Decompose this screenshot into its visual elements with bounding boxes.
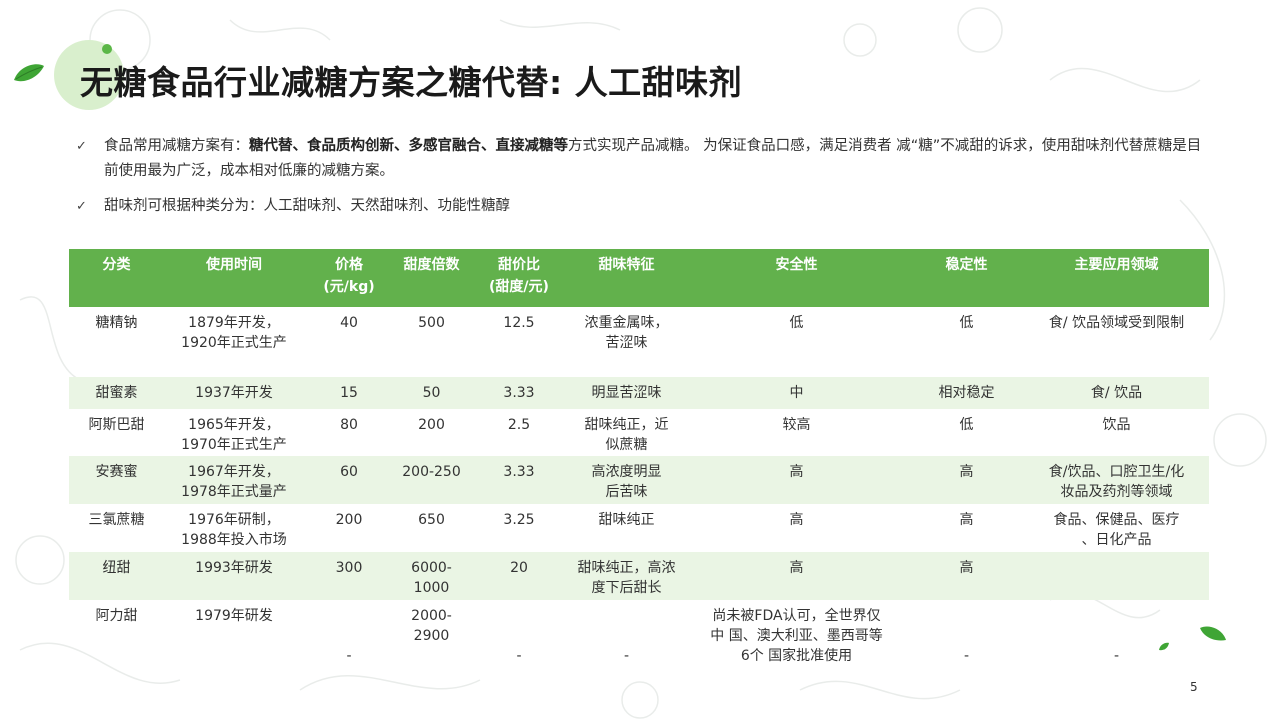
cell-price: 60: [304, 456, 394, 504]
cell-taste: 高浓度明显 后苦味: [569, 456, 684, 504]
header-application: 主要应用领域: [1024, 249, 1209, 307]
cell-time: 1879年开发， 1920年正式生产: [181, 315, 287, 351]
cell-ratio: 2.5: [507, 417, 531, 433]
table-row: 纽甜 1993年研发 300 6000- 1000 20 甜味纯正，高浓 度下后甜长高高: [69, 552, 1209, 600]
cell-ratio: 3.33: [469, 456, 569, 504]
cell-stability: 高: [959, 512, 974, 528]
cell-safety: 高: [684, 552, 909, 600]
cell-price: 300: [304, 552, 394, 600]
cell-stability: -: [963, 648, 970, 664]
cell-sweetness: 50: [394, 377, 469, 409]
cell-safety: 高: [684, 456, 909, 504]
cell-application: 食品、保健品、医疗 、日化产品: [1053, 512, 1180, 548]
cell-category: 甜蜜素: [69, 377, 164, 409]
cell-category: 糖精钠: [95, 315, 138, 331]
table-header-row: 分类 使用时间 价格 (元/kg) 甜度倍数 甜价比 (甜度/元) 甜味特征 安全性…: [69, 249, 1209, 307]
table-row: 阿力甜 1979年研发 - 2000- 2900 - - 尚未被FDA认可，全世界仅中 国、澳…: [69, 600, 1209, 666]
cell-ratio: 20: [469, 552, 569, 600]
cell-time: 1937年开发: [164, 377, 304, 409]
cell-time: 1993年研发: [164, 552, 304, 600]
cell-category: 阿斯巴甜: [88, 417, 145, 433]
cell-price: 200: [335, 512, 363, 528]
cell-time: 1965年开发， 1970年正式生产: [181, 417, 287, 453]
cell-safety: 中: [684, 377, 909, 409]
header-safety: 安全性: [684, 249, 909, 307]
cell-category: 纽甜: [69, 552, 164, 600]
cell-stability: 低: [959, 315, 974, 331]
cell-sweetness: 6000- 1000: [394, 552, 469, 600]
bullet-text: 食品常用减糖方案有：糖代替、食品质构创新、多感官融合、直接减糖等方式实现产品减糖…: [104, 134, 1206, 184]
cell-price: 40: [340, 315, 358, 331]
check-mark-icon: ✓: [76, 139, 87, 154]
cell-ratio: 3.33: [469, 377, 569, 409]
table-row: 甜蜜素 1937年开发 15 50 3.33 明显苦涩味中相对稳定 食/ 饮品: [69, 377, 1209, 409]
cell-safety: 高: [789, 512, 804, 528]
cell-ratio: 12.5: [503, 315, 535, 331]
cell-taste: 甜味纯正，高浓 度下后甜长: [569, 552, 684, 600]
bullet-text-bold: 糖代替、食品质构创新、多感官融合、直接减糖等: [249, 138, 568, 154]
check-mark-icon: ✓: [76, 199, 87, 214]
cell-taste: -: [623, 648, 630, 664]
page-number: 5: [1190, 680, 1198, 694]
bullet-item: ✓ 食品常用减糖方案有：糖代替、食品质构创新、多感官融合、直接减糖等方式实现产品…: [76, 134, 1206, 184]
cell-sweetness: 650: [418, 512, 445, 528]
header-stability: 稳定性: [909, 249, 1024, 307]
cell-price: -: [346, 648, 352, 664]
cell-safety: 较高: [782, 417, 811, 433]
cell-safety: 低: [789, 315, 804, 331]
cell-application: 食/ 饮品: [1024, 377, 1209, 409]
bullet-text: 甜味剂可根据种类分为：人工甜味剂、天然甜味剂、功能性糖醇: [104, 198, 510, 214]
header-category: 分类: [69, 249, 164, 307]
header-sweetness: 甜度倍数: [394, 249, 469, 307]
cell-category: 三氯蔗糖: [88, 512, 145, 528]
cell-time: 1967年开发， 1978年正式量产: [164, 456, 304, 504]
cell-application: [1024, 552, 1209, 600]
bullet-list: ✓ 食品常用减糖方案有：糖代替、食品质构创新、多感官融合、直接减糖等方式实现产品…: [76, 134, 1206, 229]
cell-time: 1979年研发: [195, 608, 273, 624]
cell-category: 安赛蜜: [69, 456, 164, 504]
cell-taste: 明显苦涩味: [569, 377, 684, 409]
cell-application: -: [1113, 648, 1120, 664]
table-row: 三氯蔗糖 1976年研制， 1988年投入市场 200 650 3.25 甜味纯正 高 高 食品、…: [69, 504, 1209, 552]
cell-sweetness: 200: [418, 417, 445, 433]
table-row: 安赛蜜 1967年开发， 1978年正式量产 60 200-250 3.33 高浓度明显 后苦…: [69, 456, 1209, 504]
bullet-item: ✓ 甜味剂可根据种类分为：人工甜味剂、天然甜味剂、功能性糖醇: [76, 194, 1206, 219]
table-row: 糖精钠 1879年开发， 1920年正式生产 40 500 12.5 浓重金属味， 苦涩味 低 低…: [69, 307, 1209, 377]
header-taste: 甜味特征: [569, 249, 684, 307]
page-title: 无糖食品行业减糖方案之糖代替: 人工甜味剂: [80, 63, 743, 102]
cell-ratio: -: [516, 648, 522, 664]
cell-sweetness: 500: [418, 315, 445, 331]
cell-sweetness: 200-250: [394, 456, 469, 504]
header-price: 价格 (元/kg): [304, 249, 394, 307]
sweetener-table: 分类 使用时间 价格 (元/kg) 甜度倍数 甜价比 (甜度/元) 甜味特征 安全性…: [69, 249, 1209, 666]
cell-stability: 低: [959, 417, 974, 433]
cell-application: 饮品: [1102, 417, 1131, 433]
cell-stability: 高: [909, 456, 1024, 504]
cell-safety: 尚未被FDA认可，全世界仅中 国、澳大利亚、墨西哥等 6个 国家批准使用: [710, 608, 883, 664]
cell-time: 1976年研制， 1988年投入市场: [181, 512, 287, 548]
cell-stability: 高: [909, 552, 1024, 600]
bullet-text-part: 食品常用减糖方案有：: [104, 138, 249, 154]
cell-stability: 相对稳定: [909, 377, 1024, 409]
cell-taste: 甜味纯正，近 似蔗糖: [584, 417, 669, 453]
leaf-icon: [14, 64, 44, 82]
table-row: 阿斯巴甜 1965年开发， 1970年正式生产 80 200 2.5 甜味纯正，近 似蔗糖 较高…: [69, 409, 1209, 456]
cell-application: 食/ 饮品领域受到限制: [1048, 315, 1185, 331]
cell-price: 80: [340, 417, 358, 433]
cell-ratio: 3.25: [503, 512, 535, 528]
cell-application: 食/饮品、口腔卫生/化 妆品及药剂等领域: [1024, 456, 1209, 504]
header-sweet-price-ratio: 甜价比 (甜度/元): [469, 249, 569, 307]
header-time: 使用时间: [164, 249, 304, 307]
cell-price: 15: [304, 377, 394, 409]
cell-sweetness: 2000- 2900: [411, 608, 452, 644]
cell-taste: 浓重金属味， 苦涩味: [584, 315, 669, 351]
title-accent-dot: [102, 44, 112, 54]
cell-taste: 甜味纯正: [598, 512, 655, 528]
cell-category: 阿力甜: [95, 608, 138, 624]
